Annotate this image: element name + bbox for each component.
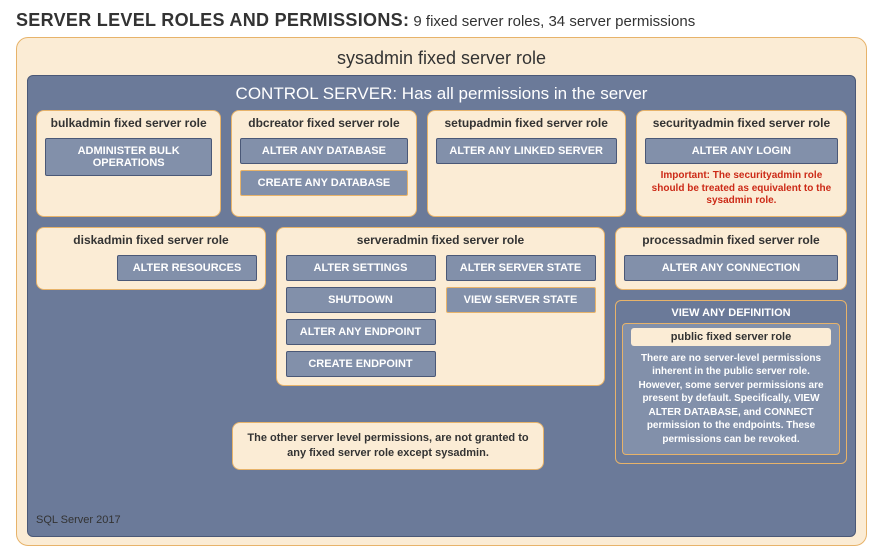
perm-alter-any-login: ALTER ANY LOGIN <box>645 138 838 164</box>
securityadmin-warning: Important: The securityadmin role should… <box>645 170 838 208</box>
heading-rest: 9 fixed server roles, 34 server permissi… <box>409 13 695 30</box>
right-column: processadmin fixed server role ALTER ANY… <box>615 227 847 465</box>
perm-create-endpoint: CREATE ENDPOINT <box>286 351 436 377</box>
perm-alter-any-linked-server: ALTER ANY LINKED SERVER <box>436 138 617 164</box>
serveradmin-col-1: ALTER SETTINGS SHUTDOWN ALTER ANY ENDPOI… <box>286 255 436 377</box>
serveradmin-title: serveradmin fixed server role <box>357 232 524 249</box>
serveradmin-role-box: serveradmin fixed server role ALTER SETT… <box>276 227 605 386</box>
securityadmin-role-box: securityadmin fixed server role ALTER AN… <box>636 110 847 217</box>
perm-create-any-database: CREATE ANY DATABASE <box>240 170 407 196</box>
setupadmin-title: setupadmin fixed server role <box>436 115 617 132</box>
heading-strong: SERVER LEVEL ROLES AND PERMISSIONS: <box>16 10 409 30</box>
product-label: SQL Server 2017 <box>36 510 847 526</box>
other-permissions-note: The other server level permissions, are … <box>232 422 544 470</box>
perm-alter-any-connection: ALTER ANY CONNECTION <box>624 255 838 281</box>
public-role-body: There are no server-level permissions in… <box>631 352 831 447</box>
serveradmin-col-2: ALTER SERVER STATE VIEW SERVER STATE <box>446 255 596 377</box>
control-server-title: CONTROL SERVER: Has all permissions in t… <box>36 82 847 110</box>
perm-alter-any-database: ALTER ANY DATABASE <box>240 138 407 164</box>
processadmin-title: processadmin fixed server role <box>624 232 838 249</box>
view-any-definition-panel: VIEW ANY DEFINITION public fixed server … <box>615 300 847 465</box>
perm-administer-bulk-operations: ADMINISTER BULK OPERATIONS <box>45 138 212 176</box>
dbcreator-role-box: dbcreator fixed server role ALTER ANY DA… <box>231 110 416 217</box>
perm-alter-any-endpoint: ALTER ANY ENDPOINT <box>286 319 436 345</box>
processadmin-role-box: processadmin fixed server role ALTER ANY… <box>615 227 847 290</box>
roles-row-1: bulkadmin fixed server role ADMINISTER B… <box>36 110 847 217</box>
perm-alter-server-state: ALTER SERVER STATE <box>446 255 596 281</box>
perm-view-server-state: VIEW SERVER STATE <box>446 287 596 313</box>
perm-alter-resources: ALTER RESOURCES <box>117 255 257 281</box>
diskadmin-title: diskadmin fixed server role <box>45 232 257 249</box>
serveradmin-columns: ALTER SETTINGS SHUTDOWN ALTER ANY ENDPOI… <box>286 255 596 377</box>
bulkadmin-role-box: bulkadmin fixed server role ADMINISTER B… <box>36 110 221 217</box>
setupadmin-role-box: setupadmin fixed server role ALTER ANY L… <box>427 110 626 217</box>
dbcreator-title: dbcreator fixed server role <box>240 115 407 132</box>
sysadmin-container: sysadmin fixed server role CONTROL SERVE… <box>16 37 867 546</box>
control-server-panel: CONTROL SERVER: Has all permissions in t… <box>27 75 856 537</box>
public-role-title: public fixed server role <box>631 328 831 346</box>
diskadmin-role-box: diskadmin fixed server role ALTER RESOUR… <box>36 227 266 290</box>
bulkadmin-title: bulkadmin fixed server role <box>45 115 212 132</box>
perm-alter-settings: ALTER SETTINGS <box>286 255 436 281</box>
perm-shutdown: SHUTDOWN <box>286 287 436 313</box>
securityadmin-title: securityadmin fixed server role <box>645 115 838 132</box>
view-any-definition-title: VIEW ANY DEFINITION <box>622 305 840 323</box>
page-heading: SERVER LEVEL ROLES AND PERMISSIONS: 9 fi… <box>16 10 867 31</box>
sysadmin-title: sysadmin fixed server role <box>27 44 856 75</box>
diskadmin-column: diskadmin fixed server role ALTER RESOUR… <box>36 227 266 290</box>
public-role-box: public fixed server role There are no se… <box>622 323 840 456</box>
